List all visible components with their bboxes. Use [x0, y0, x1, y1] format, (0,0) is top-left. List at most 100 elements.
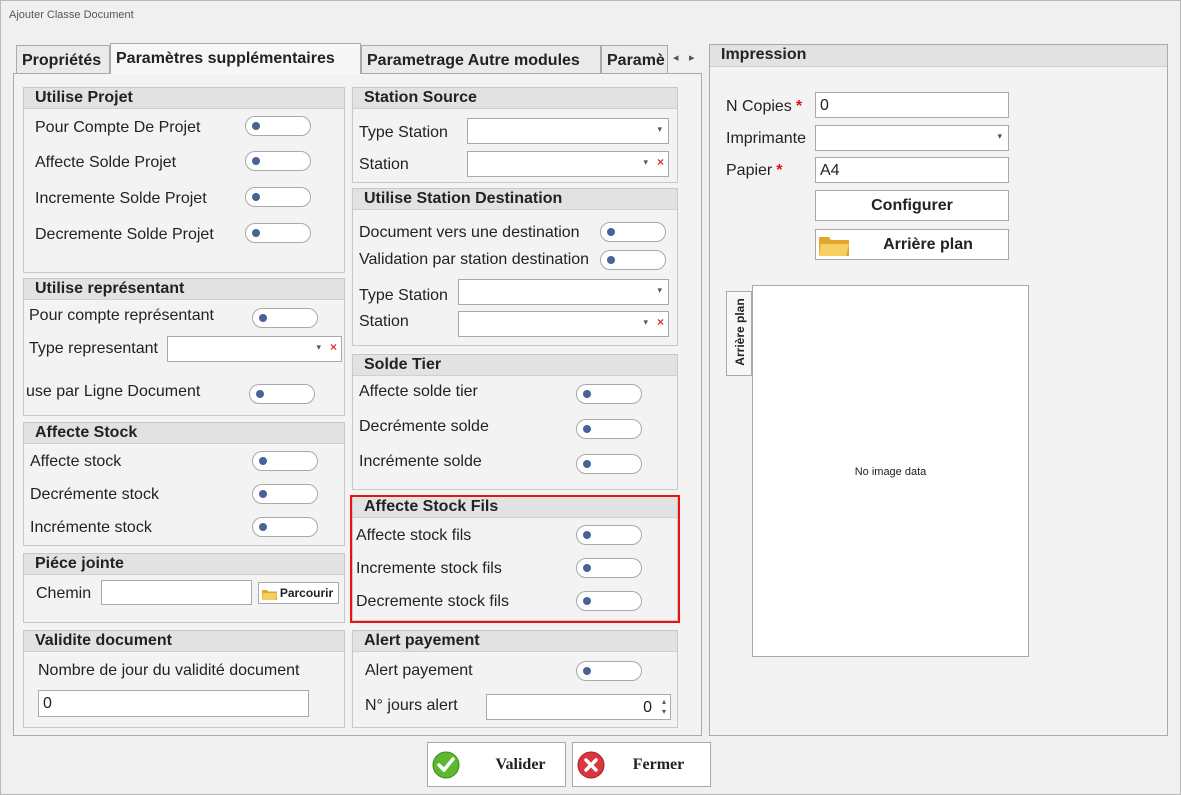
label-chemin: Chemin [36, 585, 92, 602]
group-title: Impression [710, 45, 1167, 67]
combo-station-destination[interactable]: ▾ × [458, 311, 669, 337]
vertical-tab-label: Arrière plan [733, 298, 747, 366]
chevron-down-icon[interactable]: ▾ [657, 285, 662, 296]
chevron-down-icon[interactable]: ▾ [643, 157, 648, 168]
toggle-validation-station-destination[interactable] [600, 250, 666, 270]
label-affecte-stock: Affecte stock [30, 453, 122, 470]
input-jours-alert[interactable]: 0 ▴ ▾ [486, 694, 671, 720]
toggle-decremente-stock-fils[interactable] [576, 591, 642, 611]
toggle-incremente-stock[interactable] [252, 517, 318, 537]
input-nombre-jour-validite[interactable]: 0 [38, 690, 309, 717]
clear-icon[interactable]: × [657, 315, 664, 329]
label-pour-compte-representant: Pour compte représentant [29, 307, 214, 324]
label-imprimante: Imprimante [726, 130, 807, 147]
required-mark: * [795, 98, 803, 115]
toggle-decremente-solde-projet[interactable] [245, 223, 311, 243]
fermer-button[interactable]: Fermer [572, 742, 711, 787]
toggle-affecte-solde-tier[interactable] [576, 384, 642, 404]
toggle-document-vers-destination[interactable] [600, 222, 666, 242]
toggle-decremente-solde[interactable] [576, 419, 642, 439]
clear-icon[interactable]: × [330, 340, 337, 354]
input-papier[interactable]: A4 [815, 157, 1009, 183]
fermer-label: Fermer [632, 756, 685, 773]
group-title: Affecte Stock Fils [353, 497, 677, 518]
chevron-down-icon[interactable]: ▾ [316, 342, 321, 353]
combo-type-representant[interactable]: ▾ × [167, 336, 342, 362]
group-utilise-station-destination: Utilise Station Destination Document ver… [352, 188, 678, 346]
group-title: Validite document [24, 631, 344, 652]
label-affecte-solde-tier: Affecte solde tier [359, 383, 478, 400]
jours-alert-value: 0 [643, 699, 652, 716]
close-icon [577, 751, 605, 779]
arriere-plan-button[interactable]: Arrière plan [815, 229, 1009, 260]
group-utilise-representant: Utilise représentant Pour compte représe… [23, 278, 345, 416]
spin-up-icon[interactable]: ▴ [662, 697, 666, 706]
toggle-incremente-stock-fils[interactable] [576, 558, 642, 578]
label-nombre-jour-validite: Nombre de jour du validité document [38, 662, 300, 679]
label-document-vers-destination: Document vers une destination [359, 224, 580, 241]
label-alert-payement: Alert payement [365, 662, 473, 679]
window-title: Ajouter Classe Document [9, 9, 134, 21]
toggle-affecte-stock-fils[interactable] [576, 525, 642, 545]
group-title: Piéce jointe [24, 554, 344, 575]
tab-arriere-plan-vertical[interactable]: Arrière plan [726, 291, 752, 376]
group-title: Affecte Stock [24, 423, 344, 444]
parcourir-button[interactable]: Parcourir [258, 582, 339, 604]
chevron-down-icon[interactable]: ▾ [643, 317, 648, 328]
parcourir-label: Parcourir [279, 586, 334, 600]
group-title: Utilise Station Destination [353, 189, 677, 210]
label-station-destination: Station [359, 313, 409, 330]
group-impression: Impression N Copies * 0 Imprimante ▾ Papi… [709, 44, 1168, 736]
configurer-button[interactable]: Configurer [815, 190, 1009, 221]
tab-scroll-left-icon[interactable]: ◂ [673, 51, 679, 64]
group-title: Utilise Projet [24, 88, 344, 109]
toggle-incremente-solde-projet[interactable] [245, 187, 311, 207]
label-decremente-stock: Decrémente stock [30, 486, 159, 503]
label-affecte-solde-projet: Affecte Solde Projet [35, 154, 177, 171]
label-decremente-solde-projet: Decremente Solde Projet [35, 226, 214, 243]
combo-imprimante[interactable]: ▾ [815, 125, 1009, 151]
toggle-alert-payement[interactable] [576, 661, 642, 681]
combo-station-source[interactable]: ▾ × [467, 151, 669, 177]
no-image-text: No image data [854, 466, 927, 478]
folder-icon [262, 590, 277, 600]
papier-text: Papier [726, 162, 773, 179]
label-jours-alert: N° jours alert [365, 697, 458, 714]
label-incremente-solde-projet: Incremente Solde Projet [35, 190, 207, 207]
tab-parametres-more[interactable]: Paramè [601, 45, 668, 73]
group-piece-jointe: Piéce jointe Chemin Parcourir [23, 553, 345, 623]
toggle-use-par-ligne[interactable] [249, 384, 315, 404]
tab-parametrage-autre-modules[interactable]: Parametrage Autre modules [361, 45, 601, 73]
combo-type-station-destination[interactable]: ▾ [458, 279, 669, 305]
label-incremente-stock: Incrémente stock [30, 519, 152, 536]
spin-down-icon[interactable]: ▾ [662, 707, 666, 716]
image-preview[interactable]: No image data [752, 285, 1029, 657]
tab-scroll-right-icon[interactable]: ▸ [689, 51, 695, 64]
toggle-affecte-stock[interactable] [252, 451, 318, 471]
check-icon [432, 751, 460, 779]
label-station-source: Station [359, 156, 409, 173]
toggle-pour-compte-projet[interactable] [245, 116, 311, 136]
label-n-copies: N Copies * [726, 98, 802, 116]
clear-icon[interactable]: × [657, 155, 664, 169]
valider-label: Valider [495, 756, 546, 773]
valider-button[interactable]: Valider [427, 742, 566, 787]
tab-parametres-supplementaires[interactable]: Paramètres supplémentaires [110, 43, 361, 74]
chevron-down-icon[interactable]: ▾ [997, 131, 1002, 142]
chevron-down-icon[interactable]: ▾ [657, 124, 662, 135]
toggle-affecte-solde-projet[interactable] [245, 151, 311, 171]
tab-proprietes[interactable]: Propriétés [16, 45, 110, 73]
toggle-pour-compte-representant[interactable] [252, 308, 318, 328]
input-n-copies[interactable]: 0 [815, 92, 1009, 118]
toggle-decremente-stock[interactable] [252, 484, 318, 504]
combo-type-station-source[interactable]: ▾ [467, 118, 669, 144]
label-decremente-stock-fils: Decremente stock fils [356, 593, 509, 610]
label-papier: Papier * [726, 162, 782, 180]
label-type-station-destination: Type Station [359, 287, 448, 304]
group-affecte-stock: Affecte Stock Affecte stock Decrémente s… [23, 422, 345, 546]
folder-icon [819, 237, 849, 256]
arriere-plan-label: Arrière plan [883, 236, 973, 253]
input-chemin[interactable] [101, 580, 252, 605]
group-alert-payement: Alert payement Alert payement N° jours a… [352, 630, 678, 728]
toggle-incremente-solde[interactable] [576, 454, 642, 474]
